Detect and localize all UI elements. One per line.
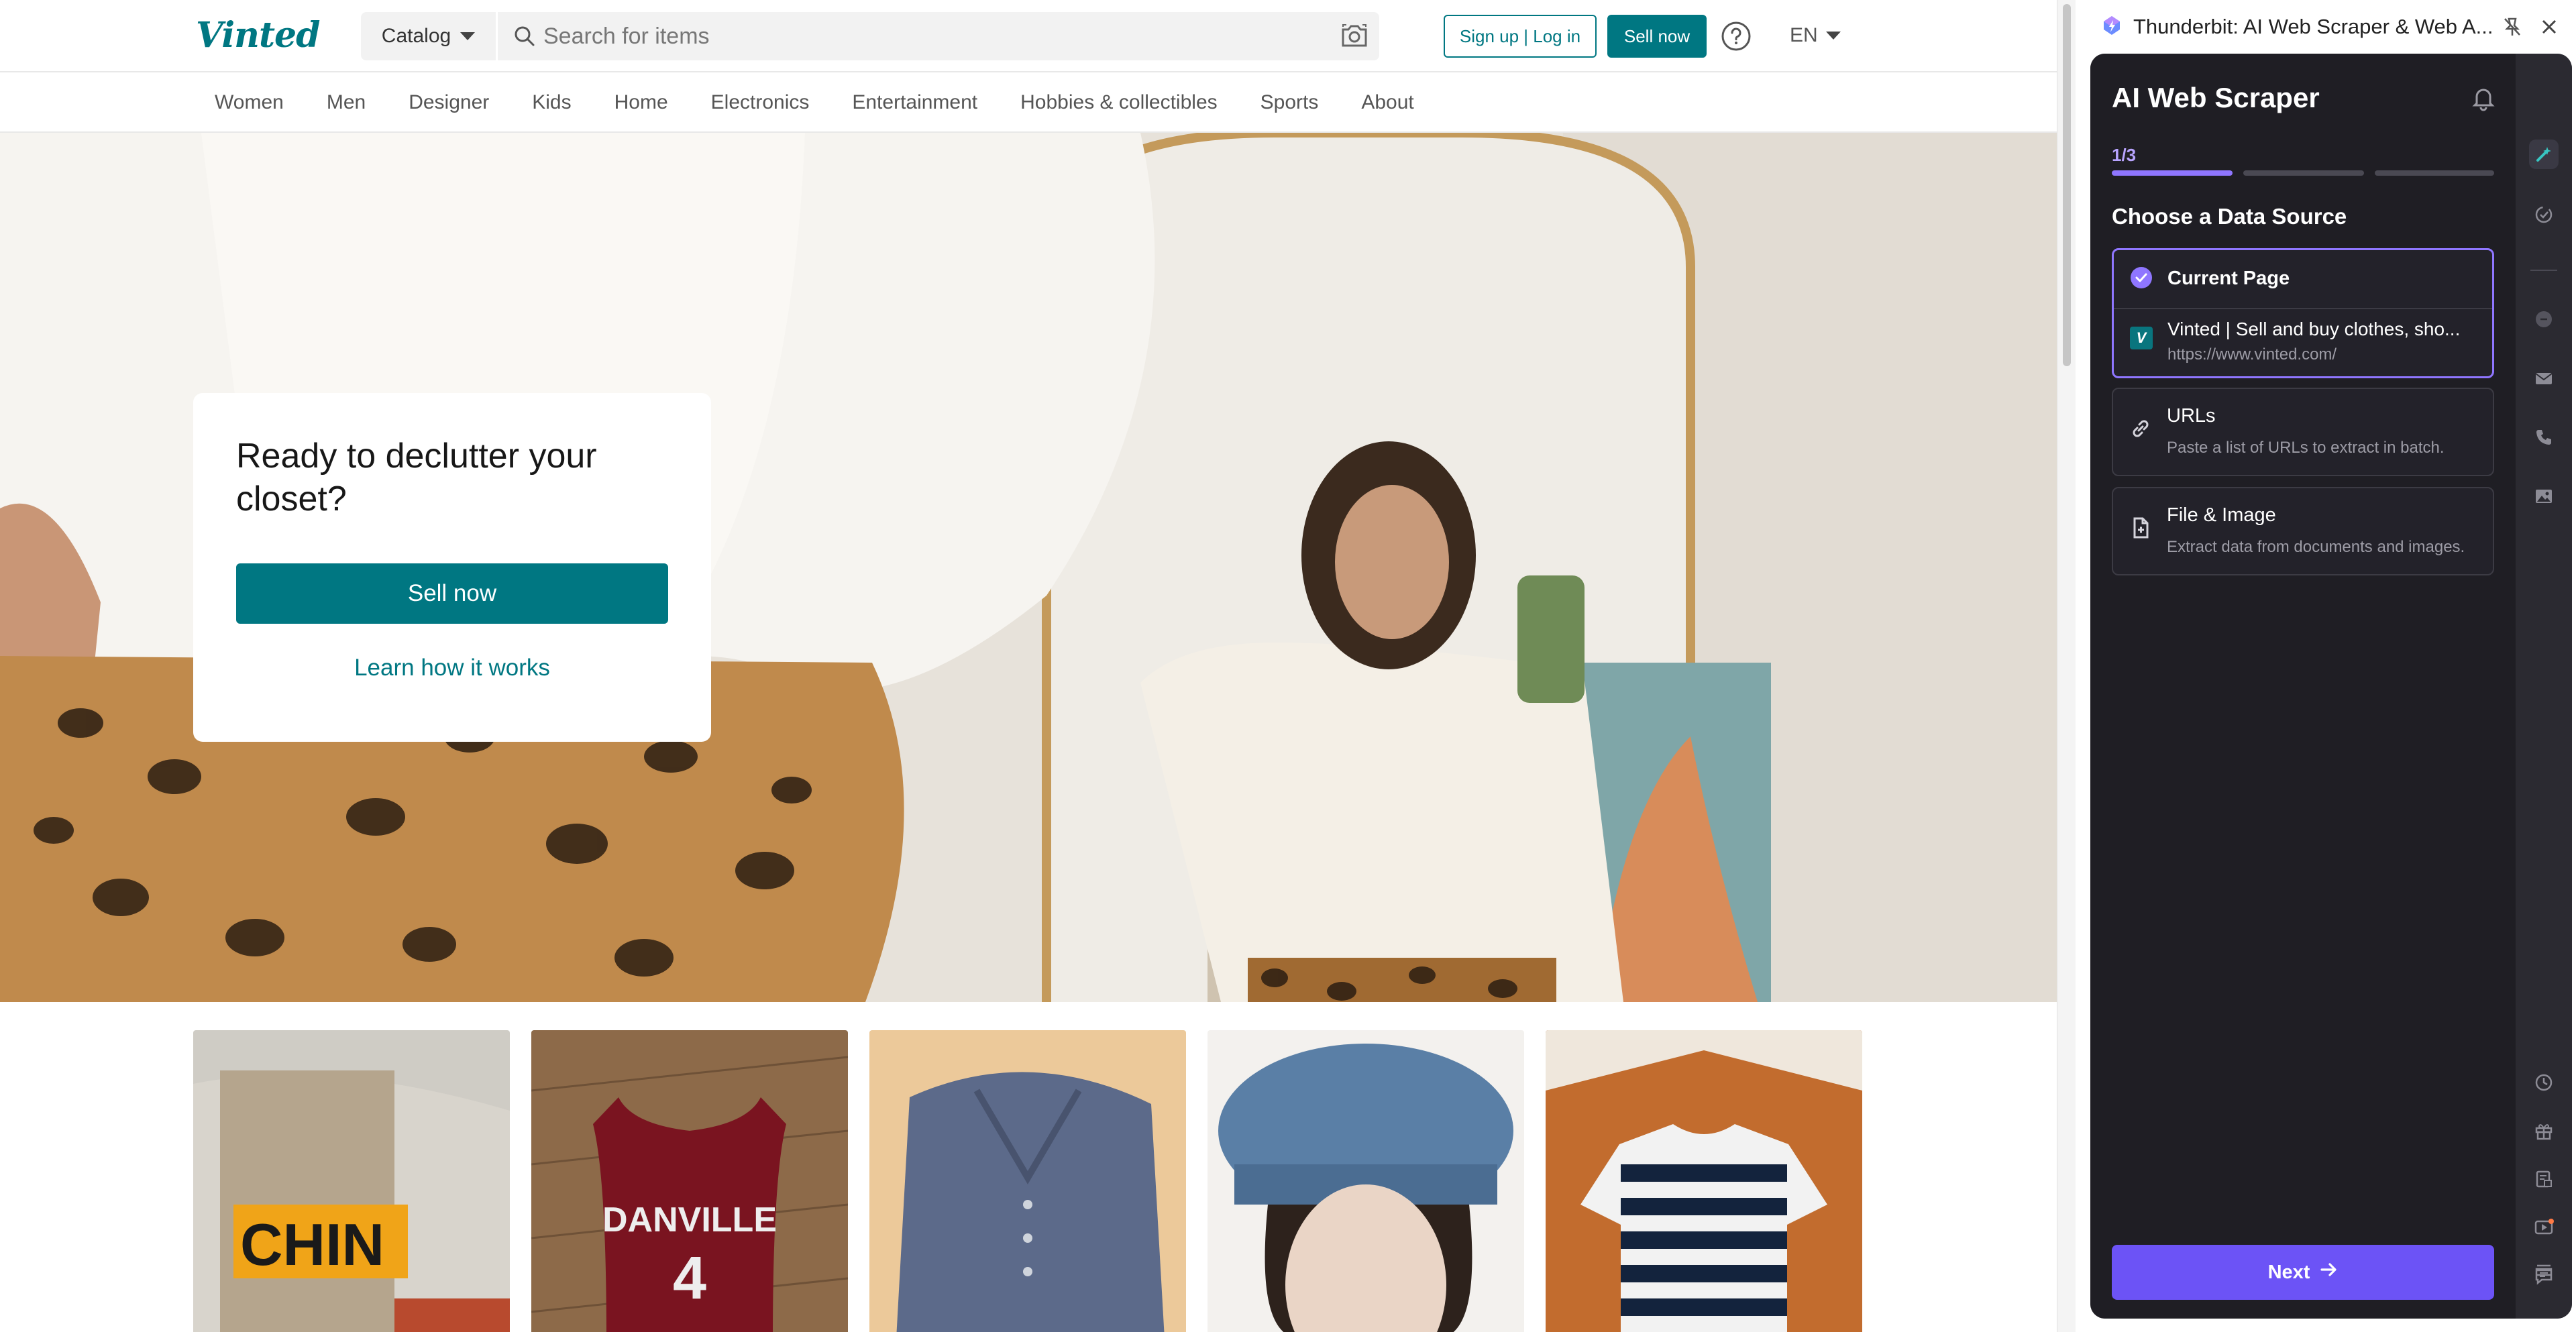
nav-item-women[interactable]: Women [215,91,284,114]
video-tutorial-icon[interactable] [2529,1213,2559,1242]
side-panel-title: Thunderbit: AI Web Scraper & Web A... [2133,15,2493,38]
hero-sell-now-button[interactable]: Sell now [236,563,668,624]
current-page-url: https://www.vinted.com/ [2167,345,2337,364]
item-card[interactable]: DANVILLE 4 [531,1030,848,1332]
minus-circle-icon[interactable] [2529,304,2559,334]
link-icon [2129,417,2152,440]
side-rail [2516,54,2572,1319]
learn-how-it-works-link[interactable]: Learn how it works [236,655,668,681]
nav-item-sports[interactable]: Sports [1260,91,1319,114]
nav-item-kids[interactable]: Kids [532,91,571,114]
step-indicator: 1/3 [2112,145,2137,165]
nav-item-men[interactable]: Men [327,91,366,114]
svg-text:CHIN: CHIN [240,1211,384,1278]
page-scrollbar[interactable] [2057,0,2076,1332]
scraper-panel: AI Web Scraper 1/3 Choose a Data Source … [2090,54,2572,1319]
favicon-letter: V [2136,329,2147,346]
vinted-page: Vinted Catalog Sign up | Log in Sell now… [0,0,2057,1332]
next-button[interactable]: Next [2112,1245,2494,1300]
check-circle-icon [2130,266,2153,289]
thunderbit-side-panel: Thunderbit: AI Web Scraper & Web A... AI… [2076,0,2576,1332]
close-icon[interactable] [2540,17,2559,36]
side-divider [2530,270,2557,271]
unpin-icon[interactable] [2502,16,2522,38]
phone-icon[interactable] [2529,423,2559,452]
item-feed: CHIN DANVILLE 4 [193,1030,1862,1332]
arrow-right-icon [2319,1260,2338,1284]
menu-icon[interactable] [2529,1256,2559,1285]
gift-icon[interactable] [2529,1116,2559,1146]
option-title: File & Image [2167,504,2276,526]
item-photo [1546,1030,1862,1332]
item-card[interactable] [869,1030,1186,1332]
panel-heading: AI Web Scraper [2112,82,2320,113]
language-label: EN [1790,24,1818,46]
templates-icon[interactable] [2529,1164,2559,1194]
bell-icon[interactable] [2470,85,2497,111]
language-selector[interactable]: EN [1790,24,1841,47]
signup-login-button[interactable]: Sign up | Log in [1444,15,1597,58]
progress-segment-1 [2112,170,2233,176]
chevron-down-icon [460,32,476,40]
chevron-down-icon [1825,32,1841,40]
hero-banner: Ready to declutter your closet? Sell now… [0,133,2057,1002]
nav-item-hobbies[interactable]: Hobbies & collectibles [1020,91,1217,114]
scraper-main: AI Web Scraper 1/3 Choose a Data Source … [2090,54,2516,1319]
item-photo [1208,1030,1524,1332]
catalog-label: Catalog [381,25,451,47]
svg-text:DANVILLE: DANVILLE [602,1201,777,1239]
option-current-page[interactable]: Current Page V Vinted | Sell and buy clo… [2112,248,2494,378]
help-icon[interactable] [1720,20,1752,52]
option-urls[interactable]: URLs Paste a list of URLs to extract in … [2112,388,2494,476]
nav-item-designer[interactable]: Designer [409,91,489,114]
thunderbit-logo-icon [2101,15,2123,40]
category-nav: Women Men Designer Kids Home Electronics… [0,74,2057,133]
hero-title: Ready to declutter your closet? [236,437,597,518]
header-sell-now-button[interactable]: Sell now [1607,15,1707,58]
option-divider [2114,308,2492,309]
file-icon [2129,516,2152,539]
nav-item-home[interactable]: Home [614,91,668,114]
option-file-image[interactable]: File & Image Extract data from documents… [2112,487,2494,575]
item-card[interactable] [1546,1030,1862,1332]
item-card[interactable] [1208,1030,1524,1332]
next-label: Next [2267,1261,2310,1283]
vinted-favicon-icon: V [2130,327,2153,349]
autofill-icon[interactable] [2529,200,2559,229]
item-photo [869,1030,1186,1332]
progress-segment-3 [2375,170,2494,176]
progress-segment-2 [2243,170,2364,176]
nav-item-entertainment[interactable]: Entertainment [852,91,977,114]
camera-icon[interactable] [1340,23,1368,50]
nav-item-electronics[interactable]: Electronics [711,91,810,114]
svg-text:4: 4 [673,1245,706,1312]
section-title: Choose a Data Source [2112,204,2347,229]
search-icon [513,24,537,48]
item-card[interactable]: CHIN [193,1030,510,1332]
catalog-dropdown[interactable]: Catalog [361,12,498,60]
nav-item-about[interactable]: About [1361,91,1413,114]
vinted-logo[interactable]: Vinted [196,15,320,56]
current-page-title: Vinted | Sell and buy clothes, sho... [2167,319,2461,339]
scrollbar-thumb[interactable] [2063,4,2071,366]
option-description: Extract data from documents and images. [2167,538,2465,556]
history-icon[interactable] [2529,1068,2559,1097]
scraper-tool-icon[interactable] [2529,140,2559,169]
item-photo: DANVILLE 4 [531,1030,848,1332]
item-photo: CHIN [193,1030,510,1332]
side-panel-titlebar: Thunderbit: AI Web Scraper & Web A... [2076,0,2576,54]
option-title: Current Page [2167,268,2290,289]
search-input[interactable] [543,19,1322,54]
email-icon[interactable] [2529,364,2559,393]
option-title: URLs [2167,405,2216,427]
option-description: Paste a list of URLs to extract in batch… [2167,439,2445,457]
declutter-card: Ready to declutter your closet? Sell now… [193,393,711,742]
top-header: Vinted Catalog Sign up | Log in Sell now… [0,0,2057,72]
search-bar: Catalog [361,12,1379,60]
image-icon[interactable] [2529,482,2559,511]
